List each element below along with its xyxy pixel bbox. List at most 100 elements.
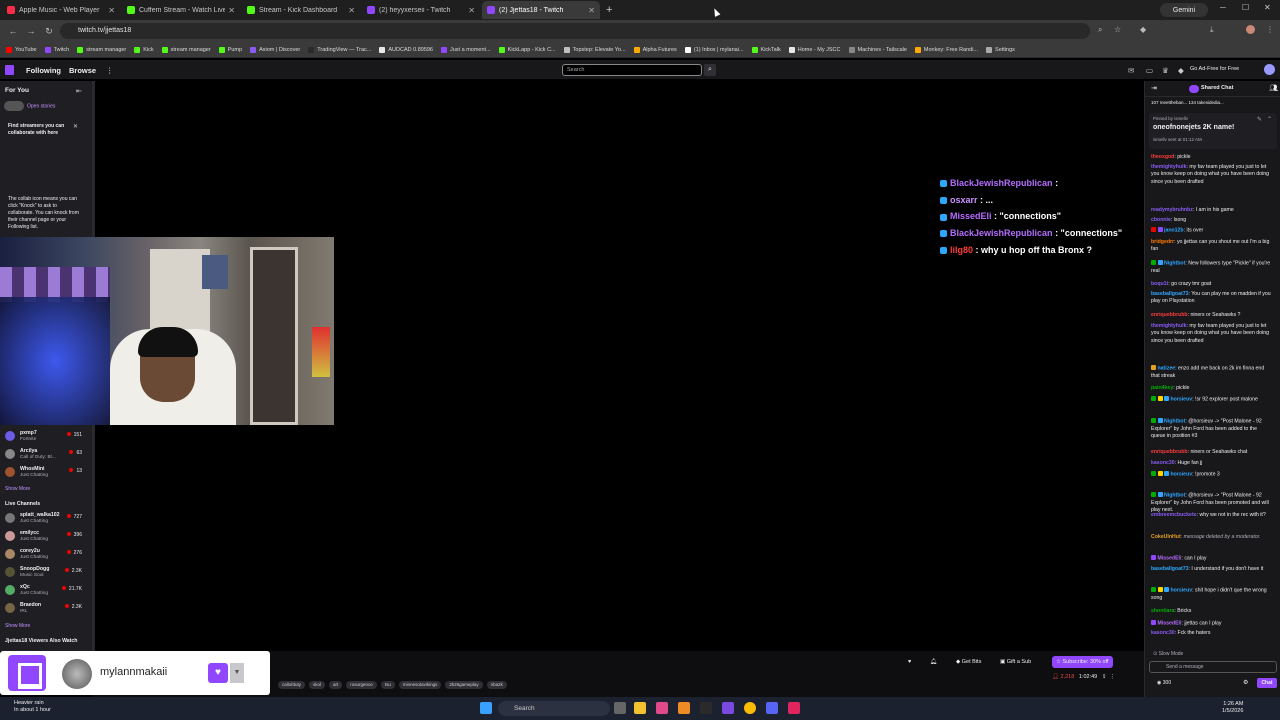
sidebar-channel[interactable]: Braedon IRL 2.3K	[0, 601, 92, 617]
bookmark-item[interactable]: stream manager	[77, 46, 126, 53]
zoom-icon[interactable]: ⌕	[1098, 25, 1102, 35]
maximize-icon[interactable]: ☐	[1242, 3, 1249, 12]
chat-username[interactable]: Nightbot	[1164, 261, 1185, 267]
follow-heart-icon[interactable]: ♥	[904, 656, 915, 668]
chat-input[interactable]: Send a message	[1149, 661, 1277, 673]
follow-popup[interactable]: mylannmakaii ♥ ▼	[0, 651, 270, 695]
sidebar-channel[interactable]: emilycc Just Chatting 396	[0, 529, 92, 545]
close-tip-icon[interactable]: ✕	[73, 123, 78, 130]
sidebar-channel[interactable]: Arcilya Call of Duty: Bl... 63	[0, 447, 92, 463]
bookmark-item[interactable]: Just a moment...	[441, 46, 491, 53]
chat-username[interactable]: enriquebbrubb	[1151, 449, 1188, 455]
chat-username[interactable]: themightyhulk	[1151, 323, 1186, 329]
bookmark-item[interactable]: KickTalk	[751, 46, 781, 53]
chat-username[interactable]: Nightbot	[1164, 493, 1185, 499]
subscribe-button[interactable]: ☆ Subscribe: 30% off	[1052, 656, 1113, 668]
more-icon[interactable]: ⋮	[106, 66, 114, 75]
chat-username[interactable]: MissedEli	[1158, 621, 1182, 627]
more-options-icon[interactable]: ⋮	[1110, 674, 1116, 680]
sidebar-channel[interactable]: SnoopDogg Music Soul 2.3K	[0, 565, 92, 581]
notification-bell-icon[interactable]: 🔔︎	[926, 656, 941, 668]
search-icon[interactable]: ⌕	[704, 64, 716, 76]
menu-icon[interactable]: ⋮	[1266, 25, 1274, 34]
forward-icon[interactable]: →	[26, 26, 36, 36]
task-view-icon[interactable]	[614, 702, 626, 714]
chat-username[interactable]: natizee	[1158, 366, 1176, 372]
browser-tab[interactable]: Apple Music - Web Player ✕	[2, 1, 120, 19]
chevron-up-icon[interactable]: ⌃	[1267, 116, 1272, 123]
bookmark-item[interactable]: stream manager	[161, 46, 211, 53]
share-icon[interactable]: ⇪	[1102, 674, 1107, 680]
file-explorer-icon[interactable]	[634, 702, 646, 714]
chrome-icon[interactable]	[744, 702, 756, 714]
bookmark-item[interactable]: Kick	[134, 46, 154, 53]
search-input[interactable]: Search	[562, 64, 702, 76]
chat-username[interactable]: baseballgoat73	[1151, 566, 1188, 572]
collapse-chat-icon[interactable]: ⇥	[1151, 84, 1157, 92]
settings-gear-icon[interactable]: ⚙	[1243, 679, 1248, 686]
taskbar-search[interactable]: Search	[498, 701, 610, 716]
stream-tag[interactable]: art	[329, 681, 343, 689]
app4-icon[interactable]	[788, 702, 800, 714]
windows-start-icon[interactable]	[480, 702, 492, 714]
chat-username[interactable]: baseballgoat73	[1151, 291, 1188, 297]
sidebar-channel[interactable]: WhosMini Just Chatting 13	[0, 465, 92, 481]
chat-username[interactable]: enriquebbrubb	[1151, 312, 1188, 318]
bookmark-item[interactable]: Settings	[986, 46, 1015, 53]
back-icon[interactable]: ←	[8, 26, 18, 36]
chat-username[interactable]: horsieuv	[1171, 472, 1193, 478]
user-avatar[interactable]	[1264, 64, 1275, 75]
download-icon[interactable]: ⤓	[1210, 25, 1214, 35]
whispers-icon[interactable]: ▭	[1146, 66, 1153, 75]
music-app-icon[interactable]	[656, 702, 668, 714]
unpin-icon[interactable]: ✎	[1257, 116, 1262, 123]
stream-tag[interactable]: rosurgence	[346, 681, 377, 689]
get-bits-button[interactable]: ◆ Get Bits	[952, 656, 985, 668]
profile-avatar[interactable]	[1246, 25, 1255, 34]
address-bar[interactable]: twitch.tv/jjettas18	[60, 23, 1090, 39]
bookmark-item[interactable]: Pump	[218, 46, 242, 53]
gift-sub-button[interactable]: ▣ Gift a Sub	[996, 656, 1035, 668]
sidebar-channel[interactable]: pxmp7 Fortnite 151	[0, 429, 92, 445]
following-link[interactable]: Following	[26, 66, 61, 75]
bookmark-item[interactable]: Twitch	[44, 46, 69, 53]
bookmark-item[interactable]: Machines - Tailscale	[848, 46, 907, 53]
show-more-followed[interactable]: Show More	[5, 486, 30, 492]
app3-icon[interactable]	[722, 702, 734, 714]
chat-send-button[interactable]: Chat	[1257, 678, 1277, 688]
collapse-icon[interactable]: ⇤	[76, 87, 82, 95]
bookmark-item[interactable]: TradingView — Trac...	[308, 46, 371, 53]
show-more-live[interactable]: Show More	[5, 623, 30, 629]
minimize-icon[interactable]: ─	[1220, 3, 1226, 12]
prime-icon[interactable]: ♛	[1162, 66, 1169, 75]
system-clock[interactable]: 1:26 AM 1/5/2026	[1222, 701, 1243, 715]
app-icon[interactable]	[678, 702, 690, 714]
browser-tab[interactable]: Cuffem Stream - Watch Live on✕	[122, 1, 240, 19]
chat-username[interactable]: Nightbot	[1164, 419, 1185, 425]
bits-icon[interactable]: ◆	[1178, 66, 1184, 75]
browser-tab[interactable]: (2) heyyxerseii - Twitch ✕	[362, 1, 480, 19]
open-stories-link[interactable]: Open stories	[4, 101, 55, 111]
close-tab-icon[interactable]: ✕	[108, 6, 115, 15]
app2-icon[interactable]	[700, 702, 712, 714]
notifications-icon[interactable]: ✉	[1128, 66, 1134, 75]
browser-tab[interactable]: Stream - Kick Dashboard ✕	[242, 1, 360, 19]
chat-username[interactable]: MissedEli	[1158, 556, 1182, 562]
weather-widget[interactable]: Heavier rain In about 1 hour	[14, 700, 51, 714]
gemini-button[interactable]: Gemini	[1160, 3, 1208, 17]
stream-tag[interactable]: callofduty	[278, 681, 306, 689]
ad-free-link[interactable]: Go Ad-Free for Free	[1190, 66, 1239, 72]
chevron-down-icon[interactable]: ▼	[230, 663, 244, 683]
stream-tag[interactable]: minnesotavikings	[398, 681, 442, 689]
chat-username[interactable]: jano12b	[1164, 228, 1184, 234]
chat-username[interactable]: kasonc30	[1151, 630, 1175, 636]
bookmark-item[interactable]: Topstep: Elevate Yo...	[563, 46, 626, 53]
browser-tab[interactable]: (2) Jjettas18 - Twitch ✕	[482, 1, 600, 19]
close-window-icon[interactable]: ✕	[1264, 3, 1271, 12]
chat-username[interactable]: cbonnie	[1151, 217, 1171, 223]
heart-icon[interactable]: ♥	[208, 663, 228, 683]
bookmark-star-icon[interactable]: ☆	[1114, 25, 1121, 34]
channel-points[interactable]: ◉ 300	[1157, 680, 1171, 686]
bookmark-item[interactable]: Alpha Futures	[633, 46, 677, 53]
stream-tag[interactable]: skol	[309, 681, 326, 689]
